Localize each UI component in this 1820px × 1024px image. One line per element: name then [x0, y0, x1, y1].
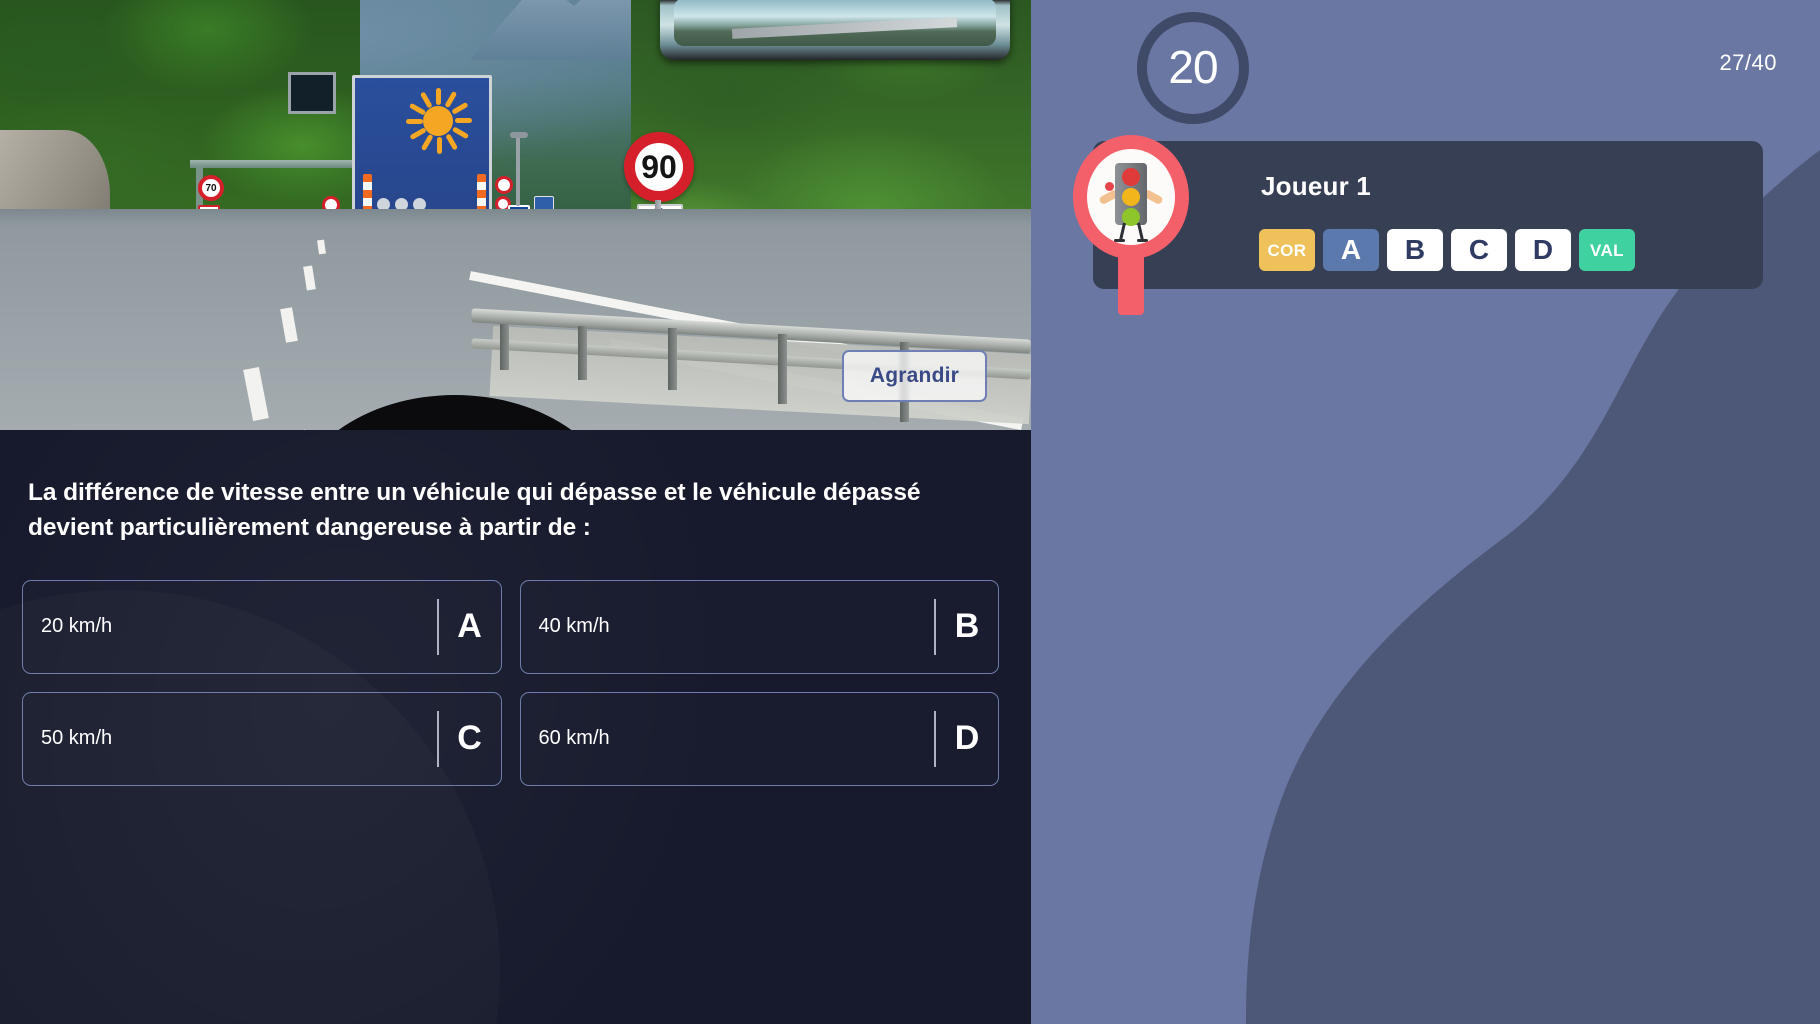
question-area: La différence de vitesse entre un véhicu… — [0, 430, 1031, 1024]
sun-core — [423, 106, 453, 136]
answer-option-b-label: 40 km/h — [538, 615, 610, 638]
answer-option-c-label: 50 km/h — [41, 727, 113, 750]
answer-options-grid: 20 km/h A 40 km/h B 50 km/h C 60 km/h D — [22, 579, 999, 786]
pill-c[interactable]: C — [1451, 229, 1507, 271]
traffic-light-red-lamp — [1122, 168, 1140, 186]
question-timer-ring: 20 — [1137, 12, 1249, 124]
guardrail-post-4 — [778, 334, 787, 404]
guardrail-post-3 — [668, 328, 677, 390]
answer-option-a-letter: A — [457, 607, 482, 646]
answer-option-b[interactable]: 40 km/h B — [519, 579, 999, 674]
player-answer-pills: COR A B C D VAL — [1259, 229, 1635, 271]
left-column: 70 P — [0, 0, 1031, 1024]
answer-option-a-divider — [436, 598, 439, 655]
answer-option-d[interactable]: 60 km/h D — [519, 691, 999, 786]
photo-speed-sign-70: 70 — [198, 175, 224, 201]
player-name: Joueur 1 — [1261, 171, 1371, 201]
answer-option-d-label: 60 km/h — [538, 727, 610, 750]
traffic-light-foot-left — [1114, 239, 1125, 242]
enlarge-image-button[interactable]: Agrandir — [841, 350, 987, 402]
answer-option-a-label: 20 km/h — [41, 615, 113, 638]
answer-option-a[interactable]: 20 km/h A — [22, 579, 502, 674]
guardrail-post-1 — [500, 324, 509, 370]
photo-street-light-head — [510, 132, 528, 138]
avatar-inner-circle — [1087, 149, 1175, 245]
traffic-light-yellow-lamp — [1122, 188, 1140, 206]
answer-option-c-divider — [436, 710, 439, 767]
traffic-light-pin-icon — [1063, 133, 1199, 321]
pill-cor[interactable]: COR — [1259, 229, 1315, 271]
traffic-light-hand-left — [1105, 182, 1114, 191]
sidebar-panel: 20 27/40 Joueur 1 COR A B C D VAL — [1031, 0, 1820, 1024]
photo-variable-message-sign — [288, 72, 336, 114]
road-lane-dash-4 — [243, 366, 269, 422]
quiz-app: 70 P — [0, 0, 1820, 1024]
answer-option-c[interactable]: 50 km/h C — [22, 691, 502, 786]
road-lane-dash-2 — [303, 265, 316, 291]
road-lane-dash-3 — [280, 307, 298, 343]
progress-counter: 27/40 — [1719, 50, 1777, 75]
photo-speed-sign-90: 90 — [624, 132, 694, 202]
road-lane-dash-1 — [317, 239, 326, 255]
answer-option-d-letter: D — [954, 719, 980, 758]
answer-option-d-divider — [934, 710, 936, 767]
photo-rearview-mirror — [660, 0, 1010, 60]
pill-d[interactable]: D — [1515, 229, 1571, 271]
question-media-photo[interactable]: 70 P — [0, 0, 1031, 430]
photo-street-light — [516, 136, 520, 206]
guardrail-post-2 — [578, 326, 587, 380]
answer-option-c-letter: C — [457, 719, 482, 758]
question-text: La différence de vitesse entre un véhicu… — [28, 479, 921, 541]
pin-circle — [1073, 135, 1189, 259]
player-card: Joueur 1 COR A B C D VAL — [1073, 135, 1763, 315]
mirror-reflection — [674, 0, 996, 46]
pill-val[interactable]: VAL — [1579, 229, 1635, 271]
traffic-light-body — [1115, 163, 1147, 226]
mirror-road-reflection — [731, 17, 958, 39]
answer-option-b-letter: B — [954, 607, 980, 646]
timer-value: 20 — [1168, 41, 1218, 93]
traffic-light-foot-right — [1137, 239, 1148, 242]
answer-option-b-divider — [934, 598, 936, 655]
truck-sun-logo-icon — [406, 88, 472, 154]
pill-b[interactable]: B — [1387, 229, 1443, 271]
pill-a[interactable]: A — [1323, 229, 1379, 271]
photo-small-sign-d — [495, 176, 513, 194]
